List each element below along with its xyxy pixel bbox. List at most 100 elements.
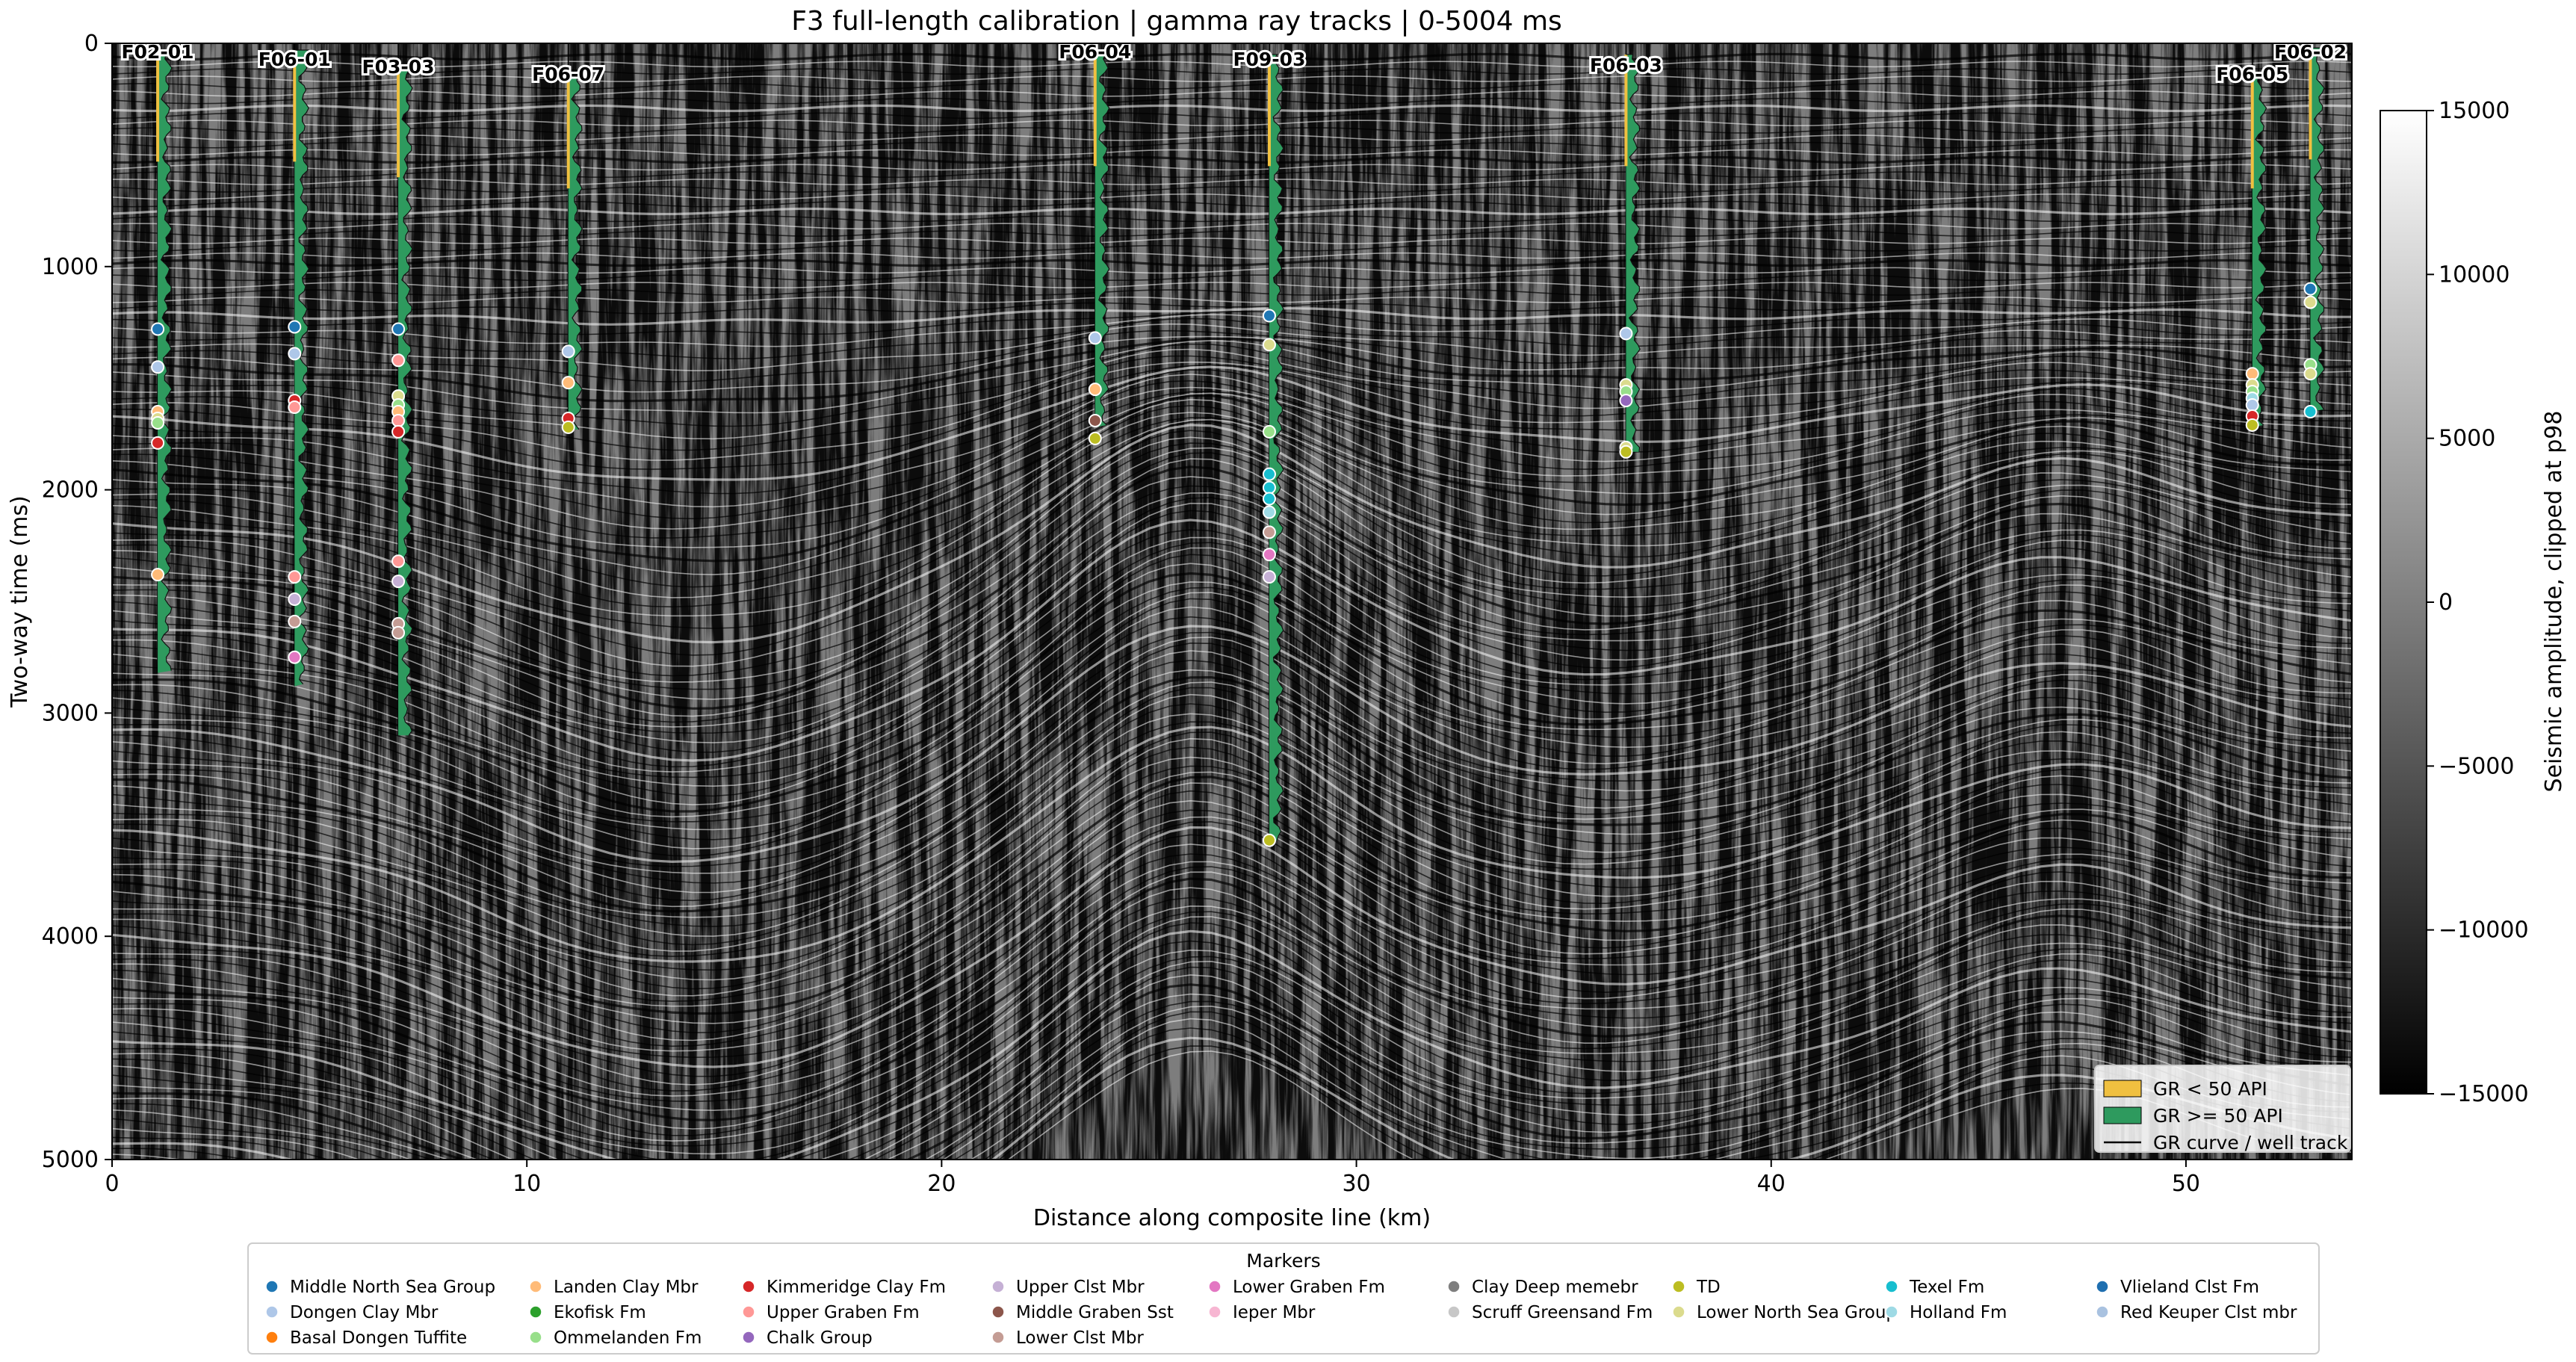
markers-legend-swatch [991, 1280, 1005, 1293]
markers-legend-swatch [265, 1305, 279, 1319]
well-label-F06-04: F06-04 [1059, 41, 1131, 63]
well-marker [2303, 295, 2318, 309]
well-marker [1088, 431, 1102, 445]
markers-legend-swatch [742, 1331, 755, 1344]
well-marker [151, 415, 165, 430]
x-tick-label: 40 [1757, 1171, 1786, 1197]
well-marker [391, 625, 406, 640]
well-marker [1262, 525, 1276, 539]
y-axis-label: Two-way time (ms) [7, 495, 33, 708]
markers-legend-label: Ieper Mbr [1233, 1303, 1316, 1322]
well-marker [2245, 418, 2259, 432]
colorbar [2380, 110, 2427, 1095]
well-marker [2245, 367, 2259, 381]
markers-legend-swatch [1447, 1280, 1461, 1293]
well-label-F06-01: F06-01 [258, 49, 331, 70]
well-marker [288, 592, 302, 607]
gr-low-fill [156, 49, 160, 162]
y-tick-label: 1000 [42, 254, 99, 280]
well-marker [1619, 326, 1633, 341]
gr-legend: GR < 50 API GR >= 50 API GR curve / well t… [2094, 1065, 2351, 1154]
markers-legend-swatch [742, 1280, 755, 1293]
well-marker [391, 554, 406, 569]
well-marker [1262, 505, 1276, 519]
well-label-F06-03: F06-03 [1590, 55, 1662, 76]
seismic-calibration-figure: F3 full-length calibration | gamma ray t… [7, 6, 2567, 1355]
well-marker [2303, 282, 2318, 296]
markers-legend-label: Ekofisk Fm [554, 1303, 646, 1322]
colorbar-ticks: 15000 10000 5000 0 −5000 −10000 −15000 [2427, 98, 2529, 1107]
y-tick-label: 4000 [42, 923, 99, 950]
gr-legend-swatch [2103, 1080, 2142, 1098]
markers-legend-label: Lower North Sea Group [1697, 1303, 1897, 1322]
gr-legend-label: GR curve / well track [2153, 1132, 2348, 1154]
markers-legend-swatch [265, 1280, 279, 1293]
well-marker [561, 376, 575, 390]
well-label-F09-03: F09-03 [1233, 49, 1305, 70]
markers-legend-label: Scruff Greensand Fm [1472, 1303, 1653, 1322]
markers-legend-label: Vlieland Clst Fm [2120, 1278, 2259, 1297]
markers-legend-swatch [991, 1331, 1005, 1344]
markers-legend-swatch [529, 1305, 542, 1319]
markers-legend-title: Markers [1246, 1250, 1320, 1272]
gr-low-fill [566, 76, 570, 189]
gr-low-fill [397, 65, 400, 178]
markers-legend-swatch [2096, 1305, 2109, 1319]
markers-legend-swatch [2096, 1280, 2109, 1293]
well-marker [1088, 331, 1102, 345]
well-marker [288, 400, 302, 415]
seismic-section-image [112, 43, 2352, 1160]
markers-legend-swatch [742, 1305, 755, 1319]
chart-title: F3 full-length calibration | gamma ray t… [791, 6, 1562, 37]
well-marker [1088, 413, 1102, 427]
well-marker [391, 322, 406, 336]
markers-legend-swatch [1447, 1305, 1461, 1319]
well-label-F03-03: F03-03 [362, 56, 435, 78]
well-label-F06-05: F06-05 [2216, 64, 2288, 85]
markers-legend-label: Dongen Clay Mbr [290, 1303, 439, 1322]
markers-legend-label: Basal Dongen Tuffite [290, 1328, 467, 1348]
markers-legend-label: Chalk Group [767, 1328, 873, 1348]
well-marker [1262, 467, 1276, 481]
x-tick-label: 50 [2172, 1171, 2200, 1197]
well-marker [151, 322, 165, 336]
well-marker [1262, 480, 1276, 495]
y-axis: 0 1000 2000 3000 4000 5000 [42, 31, 112, 1173]
well-marker [1619, 445, 1633, 459]
markers-legend-label: TD [1696, 1278, 1721, 1297]
well-marker [288, 347, 302, 361]
colorbar-tick-label: −10000 [2439, 917, 2529, 944]
markers-legend-label: Lower Clst Mbr [1016, 1328, 1144, 1348]
well-marker [1262, 833, 1276, 847]
markers-legend-label: Upper Clst Mbr [1016, 1278, 1145, 1297]
x-tick-label: 30 [1342, 1171, 1370, 1197]
markers-legend-label: Middle North Sea Group [290, 1278, 495, 1297]
y-tick-label: 2000 [42, 477, 99, 504]
well-marker [288, 320, 302, 334]
well-marker [561, 344, 575, 359]
well-marker [391, 413, 406, 427]
markers-legend-label: Red Keuper Clst mbr [2120, 1303, 2297, 1322]
markers-legend-swatch [1885, 1280, 1898, 1293]
markers-legend-swatch [991, 1305, 1005, 1319]
x-tick-label: 10 [513, 1171, 541, 1197]
well-marker [2245, 398, 2259, 412]
well-label-F06-07: F06-07 [532, 64, 604, 85]
well-marker [561, 420, 575, 434]
y-tick-label: 5000 [42, 1147, 99, 1173]
y-tick-label: 3000 [42, 700, 99, 726]
markers-legend-swatch [529, 1280, 542, 1293]
markers-legend-swatch [529, 1331, 542, 1344]
markers-legend: Markers Middle North Sea Group Dongen Clay… [247, 1242, 2320, 1355]
gr-low-fill [1093, 54, 1097, 167]
well-marker [391, 575, 406, 589]
gr-legend-label: GR < 50 API [2153, 1078, 2267, 1100]
markers-legend-label: Upper Graben Fm [767, 1303, 920, 1322]
well-label-F06-02: F06-02 [2274, 41, 2347, 63]
well-marker [151, 360, 165, 374]
colorbar-tick-label: −5000 [2439, 753, 2514, 779]
markers-legend-swatch [265, 1331, 279, 1344]
well-marker [288, 570, 302, 584]
markers-legend-label: Holland Fm [1910, 1303, 2007, 1322]
well-marker [1262, 492, 1276, 506]
